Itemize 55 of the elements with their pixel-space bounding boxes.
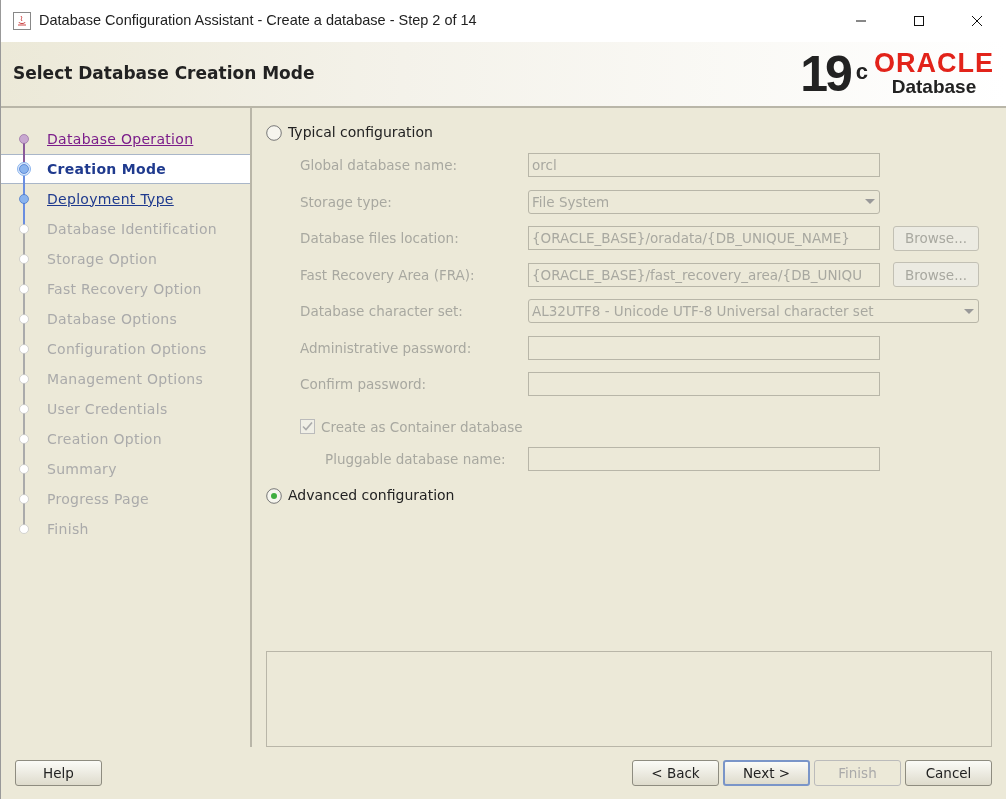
radio-button[interactable] — [266, 487, 282, 504]
step-item[interactable]: Configuration Options — [1, 334, 250, 364]
product-name: Database — [890, 77, 978, 98]
field-label: Global database name: — [300, 156, 459, 176]
step-item[interactable]: Summary — [1, 454, 250, 484]
brand-logo: ORACLE — [874, 50, 994, 78]
dialog-button[interactable]: Help — [15, 760, 102, 786]
step-marker-icon — [17, 184, 31, 214]
version-letter: c — [855, 58, 868, 86]
close-icon[interactable] — [971, 15, 983, 27]
step-marker-icon — [17, 244, 31, 274]
dropdown[interactable]: AL32UTF8 - Unicode UTF-8 Universal character set — [528, 299, 979, 324]
maximize-icon[interactable] — [913, 15, 925, 27]
field-label: Storage type: — [300, 192, 393, 212]
step-item[interactable]: Database Operation — [1, 124, 250, 154]
field-label: Fast Recovery Area (FRA): — [300, 265, 476, 285]
step-marker-icon — [17, 424, 31, 454]
version-number: 19 — [800, 49, 850, 99]
step-marker-icon — [17, 154, 31, 184]
page-heading: Select Database Creation Mode — [13, 62, 315, 86]
step-item[interactable]: Database Identification — [1, 214, 250, 244]
step-marker-icon — [17, 304, 31, 334]
step-item[interactable]: Storage Option — [1, 244, 250, 274]
field-label: Database character set: — [300, 302, 464, 322]
dropdown-arrow-icon — [864, 198, 876, 206]
dropdown-arrow-icon — [963, 307, 975, 315]
step-marker-icon — [17, 334, 31, 364]
window-title: Database Configuration Assistant - Create a database - Step 2 of 14 — [39, 11, 477, 31]
step-item[interactable]: Progress Page — [1, 484, 250, 514]
field-label: Administrative password: — [300, 338, 473, 358]
step-marker-icon — [17, 214, 31, 244]
step-marker-icon — [17, 484, 31, 514]
step-item[interactable]: User Credentials — [1, 394, 250, 424]
step-marker-icon — [17, 394, 31, 424]
radio-label[interactable]: Advanced configuration — [288, 485, 455, 507]
step-item[interactable]: Database Options — [1, 304, 250, 334]
field-label: Confirm password: — [300, 375, 428, 395]
field-label: Pluggable database name: — [325, 449, 507, 469]
field-label: Database files location: — [300, 229, 460, 249]
step-item[interactable]: Creation Option — [1, 424, 250, 454]
radio-button[interactable] — [266, 124, 282, 141]
step-item[interactable]: Finish — [1, 514, 250, 544]
app-icon — [13, 12, 31, 30]
step-marker-icon — [17, 454, 31, 484]
step-marker-icon — [17, 274, 31, 304]
dropdown[interactable]: File System — [528, 189, 880, 214]
dialog-button[interactable]: Cancel — [905, 760, 992, 786]
radio-label[interactable]: Typical configuration — [288, 122, 433, 143]
step-item[interactable]: Deployment Type — [1, 184, 250, 214]
dialog-button[interactable]: Next > — [723, 760, 810, 786]
step-item[interactable]: Fast Recovery Option — [1, 274, 250, 304]
step-item[interactable]: Creation Mode — [1, 154, 250, 184]
step-marker-icon — [17, 364, 31, 394]
step-item[interactable]: Management Options — [1, 364, 250, 394]
dialog-button[interactable]: < Back — [632, 760, 719, 786]
